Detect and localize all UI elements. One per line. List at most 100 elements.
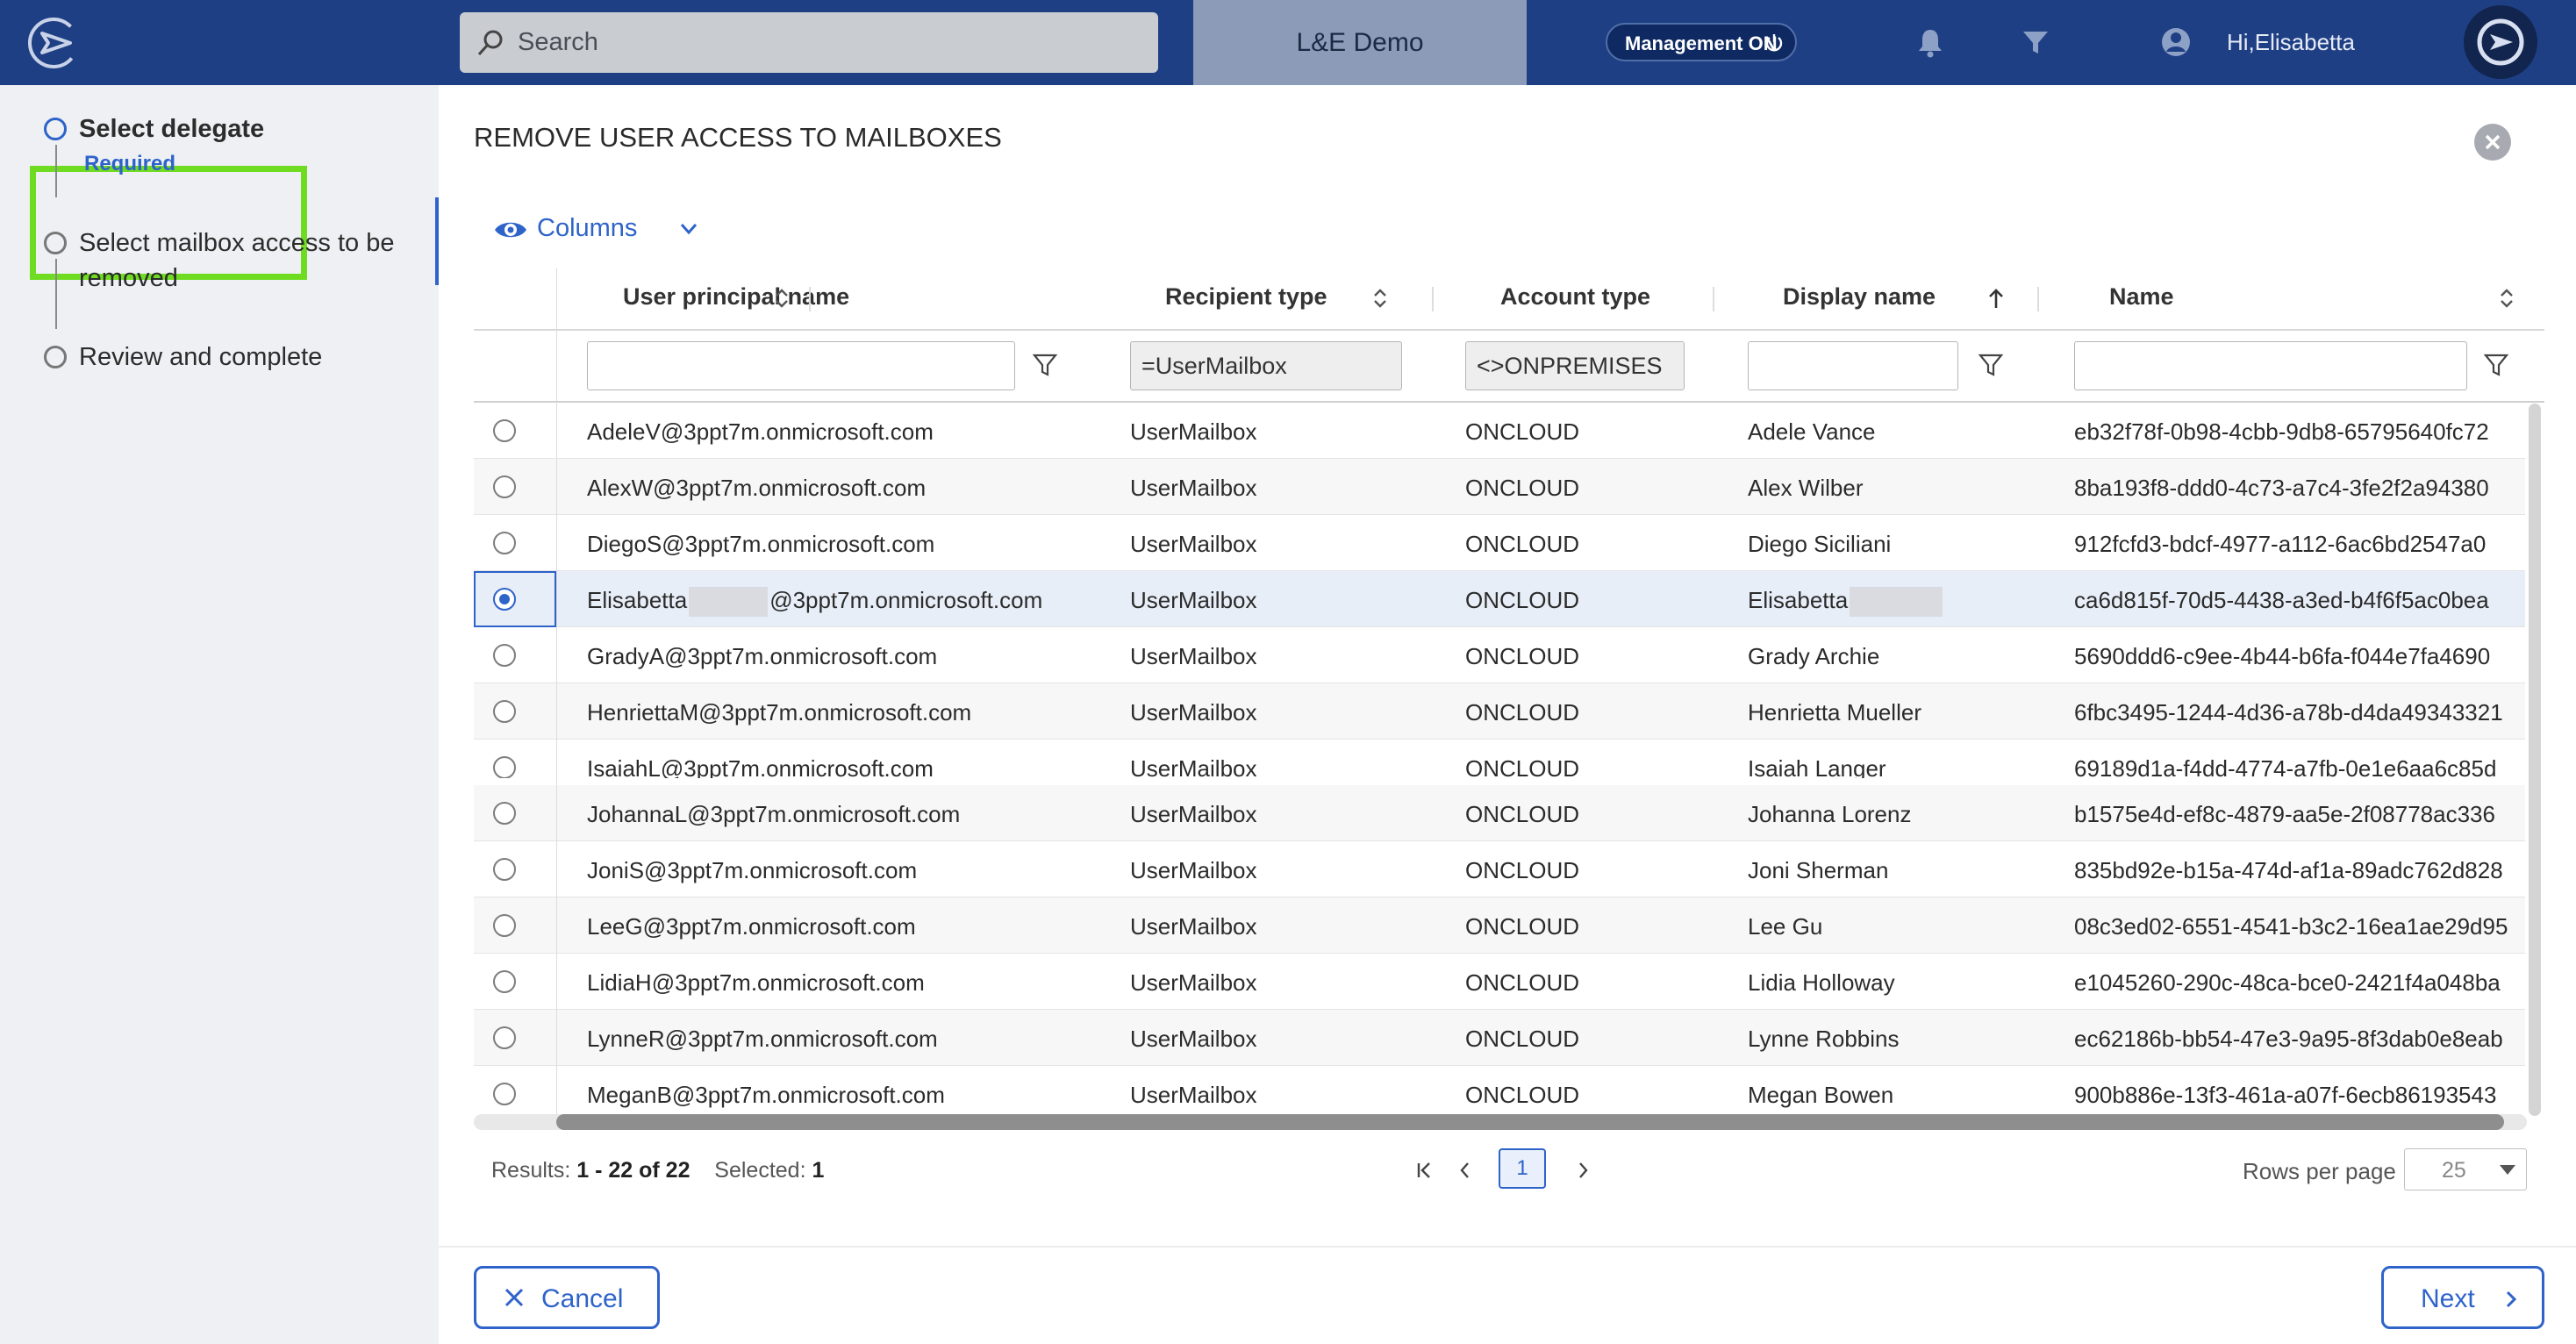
row-radio[interactable] — [493, 475, 516, 498]
column-separator[interactable] — [1713, 287, 1714, 311]
table-row[interactable]: JohannaL@3ppt7m.onmicrosoft.com UserMail… — [474, 785, 2525, 841]
cell-recipient-type: UserMailbox — [1130, 1082, 1257, 1108]
row-radio[interactable] — [493, 700, 516, 723]
table-row[interactable]: AlexW@3ppt7m.onmicrosoft.com UserMailbox… — [474, 459, 2525, 515]
page-button-current[interactable]: 1 — [1499, 1148, 1546, 1189]
header-name[interactable]: Name — [2109, 283, 2174, 311]
table-row[interactable]: AdeleV@3ppt7m.onmicrosoft.com UserMailbo… — [474, 403, 2525, 459]
table-row[interactable]: HenriettaM@3ppt7m.onmicrosoft.com UserMa… — [474, 683, 2525, 740]
cell-account-type: ONCLOUD — [1465, 475, 1580, 501]
user-icon[interactable] — [2158, 25, 2193, 60]
rows-per-page-select[interactable]: 25 — [2404, 1148, 2527, 1190]
cell-display-name: Lidia Holloway — [1748, 969, 1895, 996]
cell-display-name: Elisabetta — [1748, 587, 1944, 618]
column-separator[interactable] — [2037, 287, 2039, 311]
close-button[interactable] — [2474, 124, 2511, 161]
table-row-selected[interactable]: Elisabetta @3ppt7m.onmicrosoft.com UserMa… — [474, 571, 2525, 627]
filter-icon[interactable] — [1978, 352, 2004, 378]
step-required-label: Required — [84, 152, 176, 175]
search-placeholder: Search — [518, 28, 598, 56]
row-radio[interactable] — [493, 914, 516, 937]
row-radio[interactable] — [493, 802, 516, 825]
sort-icon[interactable] — [1370, 287, 1390, 310]
row-radio[interactable] — [493, 532, 516, 554]
header-account-type[interactable]: Account type — [1500, 283, 1650, 311]
cell-account-type: ONCLOUD — [1465, 1082, 1580, 1108]
step-select-mailbox-access-line2: removed — [79, 264, 178, 292]
row-radio[interactable] — [493, 1083, 516, 1105]
row-radio[interactable] — [493, 419, 516, 442]
step-select-delegate[interactable]: Select delegate — [79, 115, 264, 144]
sort-icon[interactable] — [772, 287, 791, 310]
header-user-principal-name[interactable]: User principal name — [623, 283, 849, 311]
upn-prefix: Elisabetta — [587, 587, 688, 613]
cell-account-type: ONCLOUD — [1465, 1026, 1580, 1052]
cell-account-type: ONCLOUD — [1465, 643, 1580, 669]
results-summary: Results: 1 - 22 of 22 Selected: 1 — [491, 1158, 824, 1183]
column-separator[interactable] — [1432, 287, 1434, 311]
table-row[interactable]: DiegoS@3ppt7m.onmicrosoft.com UserMailbo… — [474, 515, 2525, 571]
search-icon — [477, 30, 503, 56]
next-page-icon[interactable] — [1571, 1158, 1595, 1183]
app-logo-icon — [2477, 18, 2524, 66]
cell-name: eb32f78f-0b98-4cbb-9db8-65795640fc72 — [2074, 418, 2489, 445]
step-select-mailbox-access[interactable]: Select mailbox access to be — [79, 229, 394, 258]
step-connector — [55, 145, 57, 197]
footer-divider — [439, 1246, 2576, 1247]
table-row[interactable]: JoniS@3ppt7m.onmicrosoft.com UserMailbox… — [474, 841, 2525, 897]
cell-upn: GradyA@3ppt7m.onmicrosoft.com — [587, 643, 938, 669]
cell-display-name: Lynne Robbins — [1748, 1026, 1900, 1052]
filter-icon[interactable] — [2483, 352, 2509, 378]
first-page-icon[interactable] — [1413, 1158, 1437, 1183]
table-body-continued: JohannaL@3ppt7m.onmicrosoft.com UserMail… — [474, 785, 2544, 1121]
tenant-switcher[interactable]: L&E Demo — [1193, 0, 1527, 85]
app-logo-icon[interactable] — [25, 12, 86, 74]
cell-upn: AdeleV@3ppt7m.onmicrosoft.com — [587, 418, 934, 445]
wizard-steps: Select delegate Required Select mailbox … — [0, 85, 439, 1344]
row-radio[interactable] — [493, 970, 516, 993]
row-radio-checked[interactable] — [493, 588, 516, 611]
search-box[interactable]: Search — [460, 12, 1158, 73]
sort-ascending-icon[interactable] — [1986, 287, 2006, 310]
results-label: Results: — [491, 1158, 571, 1183]
management-toggle[interactable]: Management ON — [1606, 23, 1797, 61]
header-display-name[interactable]: Display name — [1783, 283, 1936, 311]
cell-account-type: ONCLOUD — [1465, 969, 1580, 996]
table-row[interactable]: LeeG@3ppt7m.onmicrosoft.com UserMailbox … — [474, 897, 2525, 954]
filter-name[interactable] — [2074, 341, 2467, 390]
cell-upn: JohannaL@3ppt7m.onmicrosoft.com — [587, 801, 961, 827]
row-radio[interactable] — [493, 644, 516, 667]
step-circle-icon — [44, 118, 67, 140]
table-row[interactable]: GradyA@3ppt7m.onmicrosoft.com UserMailbo… — [474, 627, 2525, 683]
bell-icon[interactable] — [1913, 25, 1948, 60]
previous-page-icon[interactable] — [1453, 1158, 1478, 1183]
vertical-scrollbar[interactable] — [2529, 404, 2541, 1116]
table-row[interactable]: IsaiahL@3ppt7m.onmicrosoft.com UserMailb… — [474, 740, 2525, 778]
table-row[interactable]: MeganB@3ppt7m.onmicrosoft.com UserMailbo… — [474, 1066, 2525, 1121]
results-range: 1 - 22 of 22 — [576, 1158, 691, 1183]
row-radio[interactable] — [493, 1026, 516, 1049]
filter-account-type: <>ONPREMISES — [1465, 341, 1685, 390]
header-recipient-type[interactable]: Recipient type — [1165, 283, 1327, 311]
step-review-complete[interactable]: Review and complete — [79, 343, 322, 372]
filter-display-name[interactable] — [1748, 341, 1958, 390]
filter-icon[interactable] — [1032, 352, 1058, 378]
row-radio[interactable] — [493, 756, 516, 778]
chevron-down-icon — [680, 224, 698, 235]
sort-icon[interactable] — [2497, 287, 2516, 310]
row-radio[interactable] — [493, 858, 516, 881]
next-button[interactable]: Next — [2381, 1266, 2544, 1329]
cell-account-type: ONCLOUD — [1465, 913, 1580, 940]
avatar[interactable] — [2464, 5, 2537, 79]
redacted-block — [1850, 587, 1943, 618]
cancel-button[interactable]: Cancel — [474, 1266, 660, 1329]
filter-icon[interactable] — [2018, 25, 2053, 60]
close-icon — [504, 1288, 524, 1307]
table-row[interactable]: LynneR@3ppt7m.onmicrosoft.com UserMailbo… — [474, 1010, 2525, 1066]
table-row[interactable]: LidiaH@3ppt7m.onmicrosoft.com UserMailbo… — [474, 954, 2525, 1010]
horizontal-scrollbar[interactable] — [556, 1114, 2504, 1130]
user-greeting[interactable]: Hi,Elisabetta — [2227, 29, 2355, 56]
filter-user-principal-name[interactable] — [587, 341, 1015, 390]
cell-recipient-type: UserMailbox — [1130, 418, 1257, 445]
column-separator[interactable] — [809, 287, 811, 311]
